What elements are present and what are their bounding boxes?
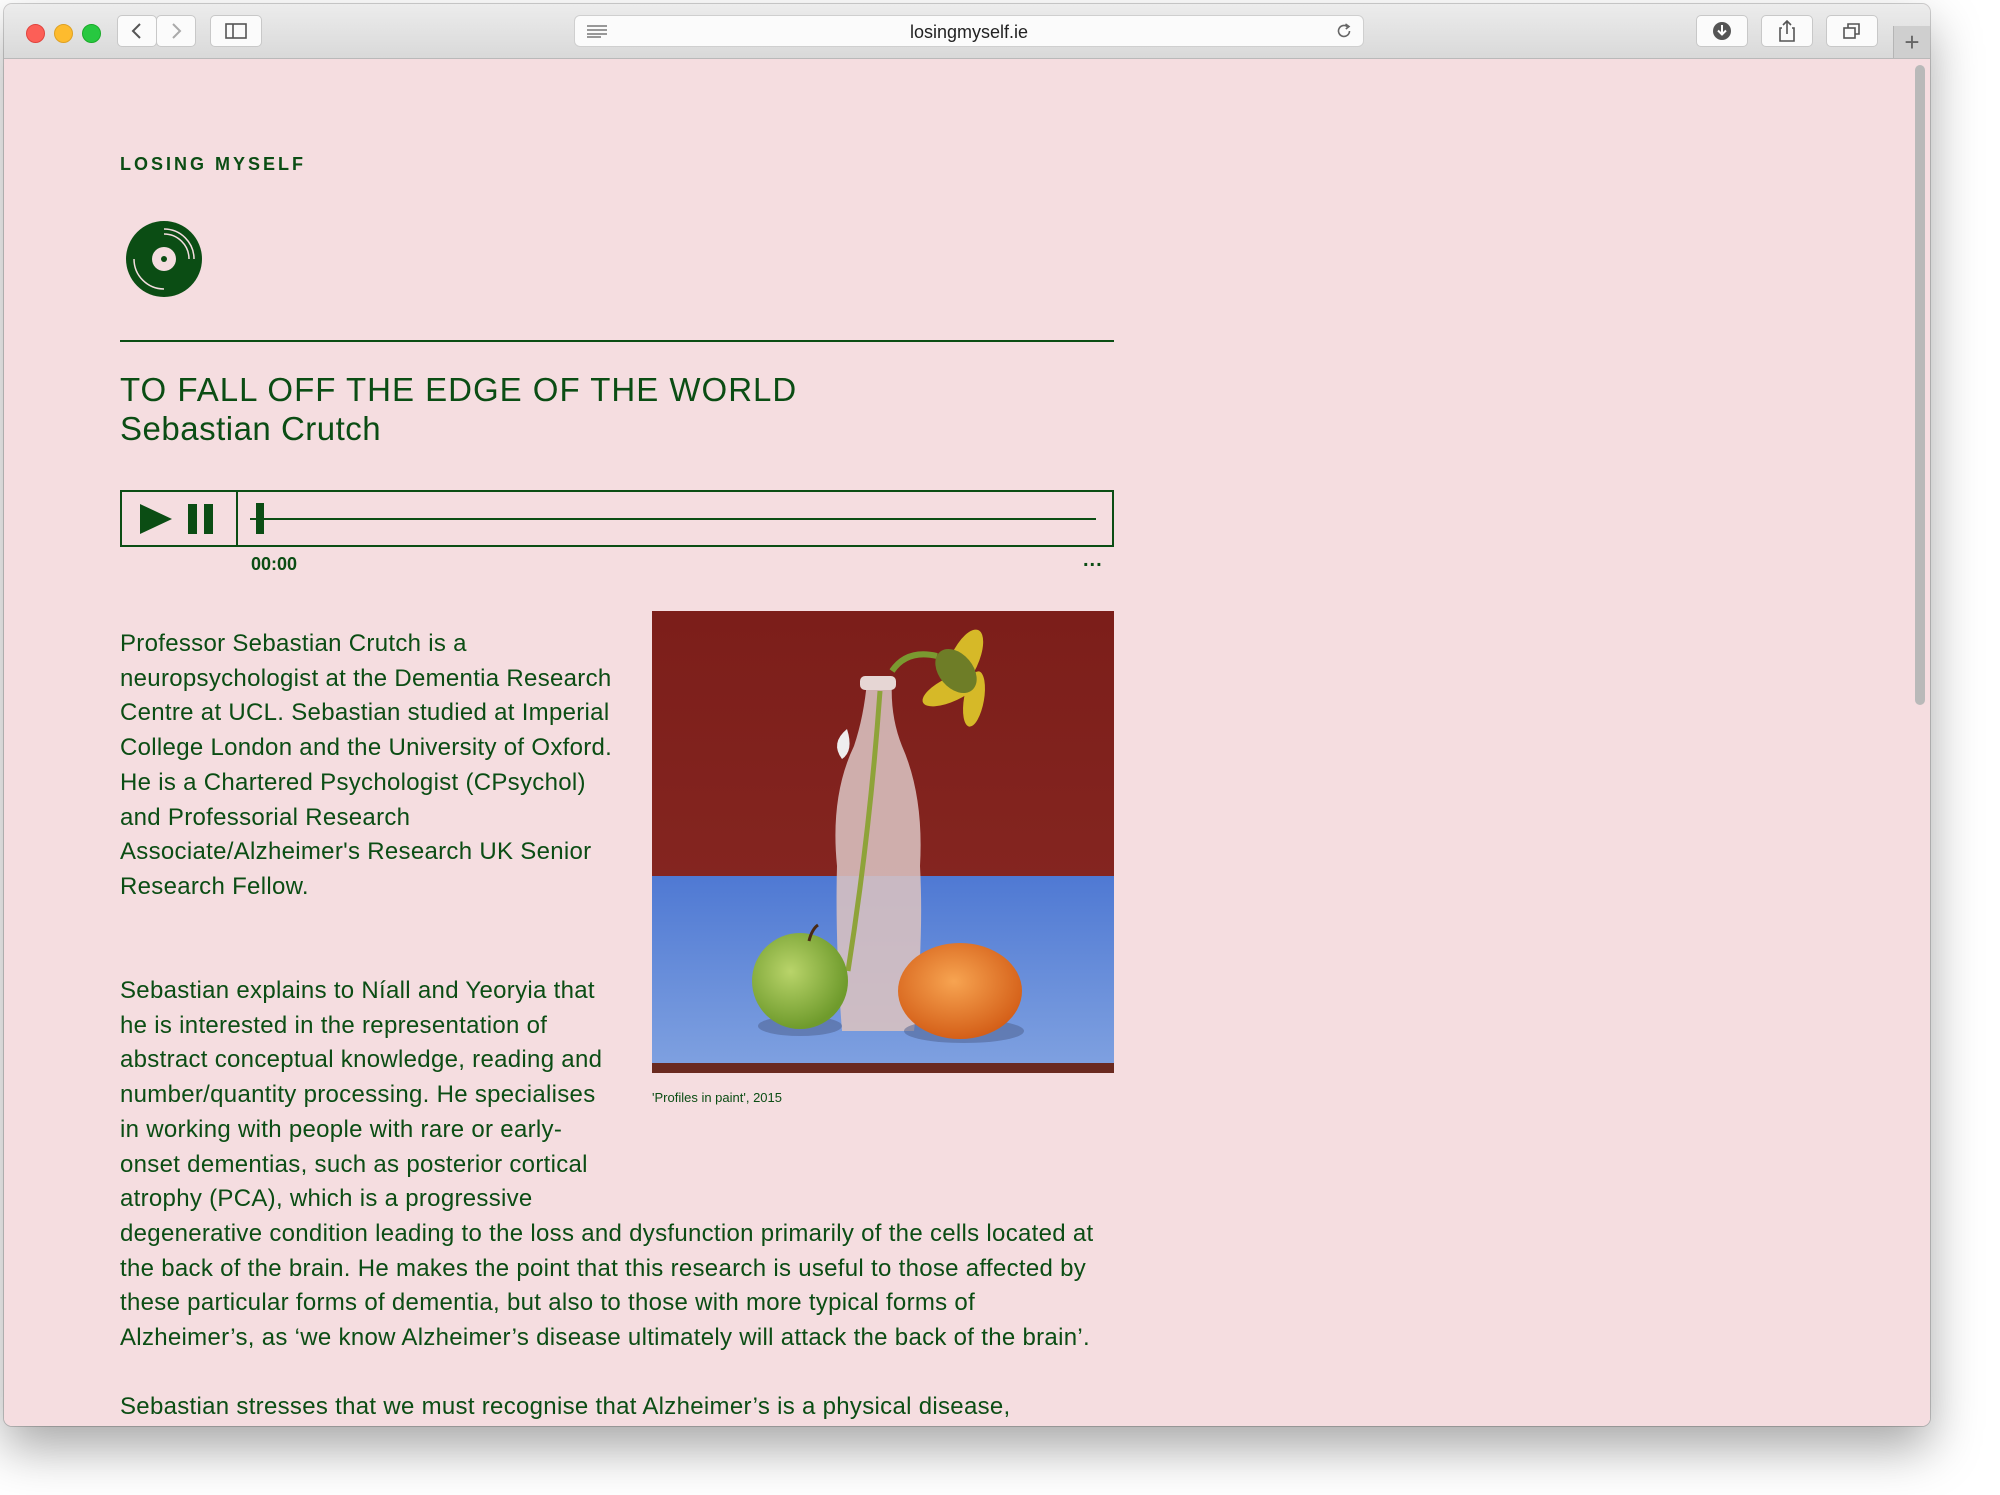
page-viewport: LOSING MYSELF TO FALL OFF THE EDGE OF TH… [4, 59, 1930, 1426]
player-divider [236, 492, 238, 545]
download-icon [1713, 22, 1731, 40]
chevron-right-icon [172, 23, 182, 39]
reload-icon[interactable] [1335, 22, 1353, 40]
body-paragraph-3: Sebastian stresses that we must recognis… [120, 1393, 1011, 1420]
pause-button[interactable] [187, 504, 217, 534]
body-paragraph-2: Sebastian explains to Níall and Yeoryia … [120, 974, 1114, 1356]
sidebar-toggle-button[interactable] [210, 15, 262, 47]
back-button[interactable] [117, 15, 157, 47]
vertical-scrollbar[interactable] [1910, 59, 1930, 1426]
tabs-icon [1843, 23, 1860, 39]
divider [120, 340, 1114, 342]
minimize-window-button[interactable] [54, 24, 73, 43]
sidebar-icon [225, 23, 247, 39]
episode-author: Sebastian Crutch [120, 410, 382, 447]
share-icon [1779, 20, 1795, 42]
episode-title: TO FALL OFF THE EDGE OF THE WORLD [120, 371, 798, 408]
new-tab-button[interactable]: + [1893, 26, 1930, 58]
forward-button[interactable] [156, 15, 196, 47]
current-time: 00:00 [251, 554, 298, 574]
scrollbar-thumb[interactable] [1915, 65, 1925, 705]
audio-player [120, 490, 1114, 547]
tabs-overview-button[interactable] [1826, 15, 1878, 47]
image-float-spacer [620, 974, 1114, 1204]
url-text: losingmyself.ie [909, 22, 1029, 42]
browser-toolbar: losingmyself.ie + [4, 4, 1930, 59]
progress-track[interactable] [250, 518, 1096, 520]
play-button[interactable] [139, 504, 173, 534]
zoom-window-button[interactable] [82, 24, 101, 43]
site-title[interactable]: LOSING MYSELF [120, 154, 306, 175]
chevron-left-icon [131, 23, 141, 39]
close-window-button[interactable] [26, 24, 45, 43]
body-paragraph-1: Professor Sebastian Crutch is a neuropsy… [120, 630, 613, 900]
browser-window: losingmyself.ie + LOSING MYSELF TO FALL … [4, 4, 1930, 1426]
downloads-button[interactable] [1696, 15, 1748, 47]
address-bar[interactable]: losingmyself.ie [574, 15, 1364, 47]
share-button[interactable] [1761, 15, 1813, 47]
vinyl-record-icon[interactable] [126, 221, 202, 297]
more-options-button[interactable]: ... [1083, 549, 1103, 572]
progress-handle[interactable] [256, 503, 264, 534]
